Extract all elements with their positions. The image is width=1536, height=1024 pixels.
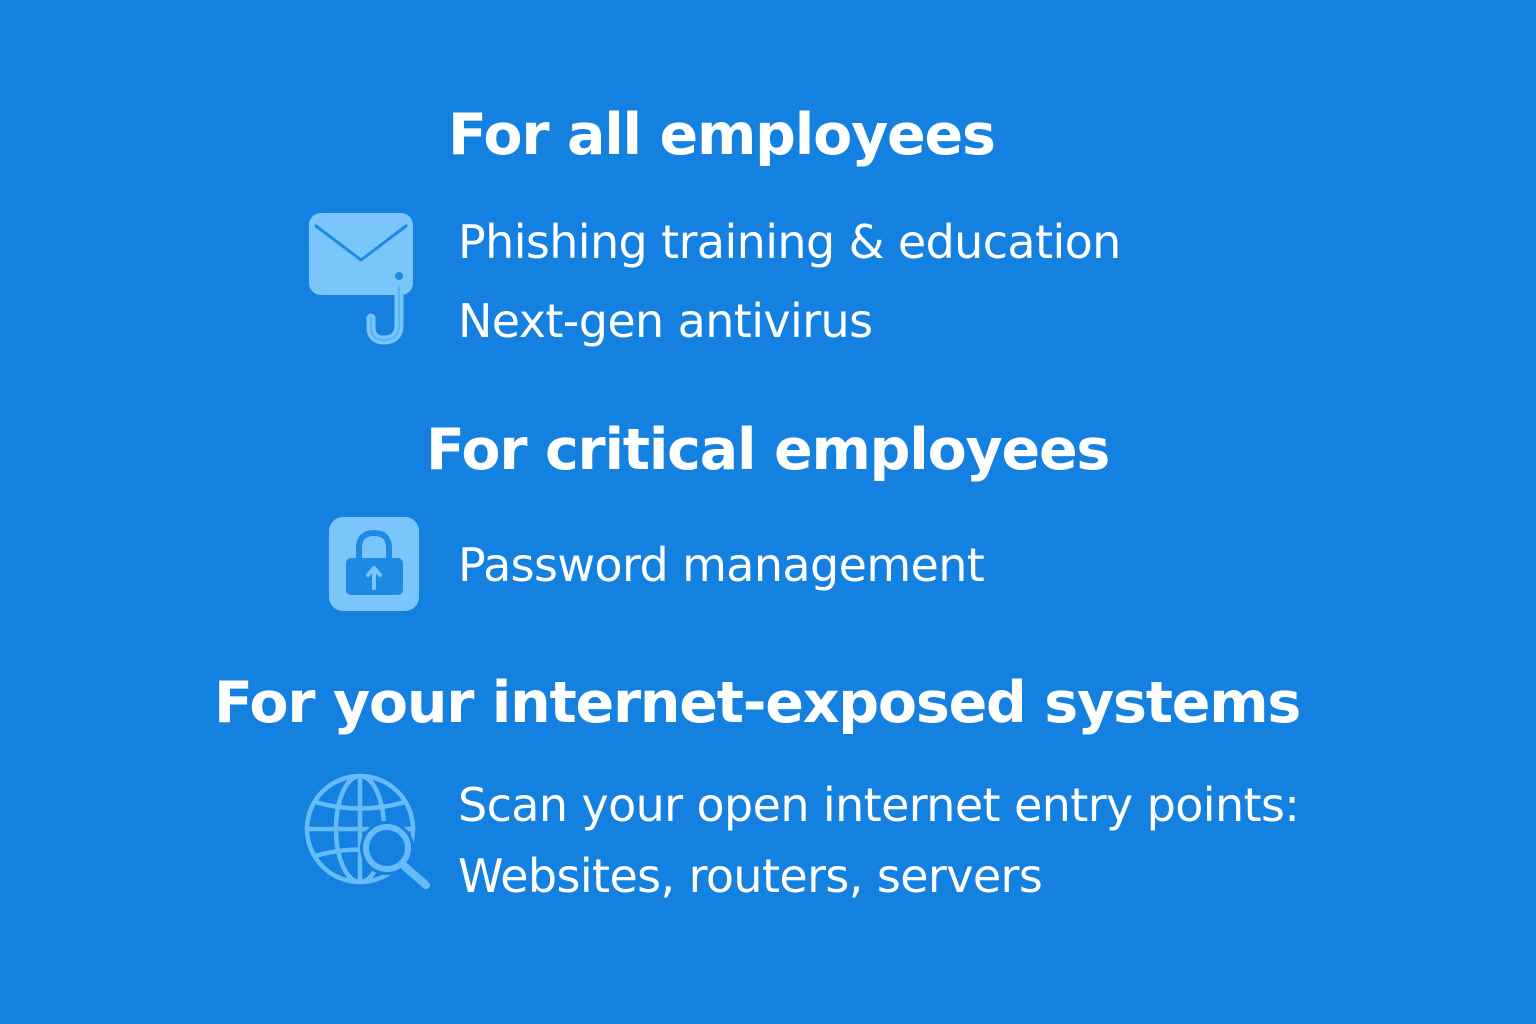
section-heading-all-employees: For all employees: [448, 102, 996, 168]
list-item-next-gen-antivirus: Next-gen antivirus: [458, 294, 873, 348]
list-item-phishing-training: Phishing training & education: [458, 215, 1121, 269]
padlock-icon: [329, 517, 420, 612]
security-slide: For all employees Phishing training & ed…: [0, 0, 1536, 1024]
list-item-scan-entry-points: Scan your open internet entry points:: [458, 778, 1300, 832]
list-item-password-management: Password management: [458, 538, 985, 592]
list-item-websites-routers-servers: Websites, routers, servers: [458, 849, 1043, 903]
globe-search-icon: [302, 771, 432, 891]
section-heading-critical-employees: For critical employees: [426, 417, 1110, 483]
phishing-envelope-hook-icon: [306, 210, 416, 345]
section-heading-internet-exposed-systems: For your internet-exposed systems: [214, 670, 1301, 736]
